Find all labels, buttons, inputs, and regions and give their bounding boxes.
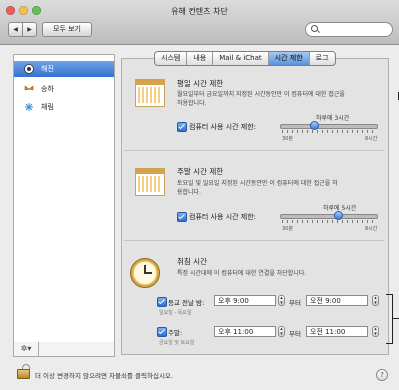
weekend-bedtime-from-stepper[interactable]: ▴ ▾: [278, 326, 285, 337]
forward-button[interactable]: ▶: [22, 23, 36, 36]
weekend-limit-checkbox[interactable]: [177, 212, 187, 222]
weekday-title: 평일 시간 제한: [177, 79, 224, 88]
divider: [124, 240, 384, 241]
preferences-window: 유해 컨텐츠 차단 ◀ ▶ 모두 보기 해진 승하 채림 ✲▾ 시스템 내용 M…: [0, 0, 399, 390]
search-icon: [311, 25, 318, 32]
weekend-slider-thumb[interactable]: [333, 211, 343, 220]
weekday-desc-line2: 허용합니다.: [177, 100, 207, 107]
sidebar-footer: ✲▾: [13, 342, 115, 357]
weekend-bedtime-to-stepper[interactable]: ▴ ▾: [372, 326, 379, 337]
tab-bar: 시스템 내용 Mail & iChat 시간 제한 로그: [154, 51, 336, 66]
school-nights-checkbox[interactable]: [157, 297, 167, 307]
weekday-slider-track[interactable]: [280, 124, 378, 129]
weekday-slider-ticks: [282, 130, 376, 133]
show-all-button[interactable]: 모두 보기: [42, 22, 92, 37]
user-photo-icon: [24, 64, 34, 74]
school-nights-days: 일요일 - 목요일: [159, 310, 192, 316]
weekend-desc-line1: 토요일 및 일요일 지정된 시간동안만 이 컴퓨터에 대한 접근을 허: [177, 180, 338, 187]
tab-mail-ichat[interactable]: Mail & iChat: [212, 52, 267, 65]
window-title: 유해 컨텐츠 차단: [171, 7, 228, 16]
school-nights-from-field[interactable]: 오후 9:00: [214, 295, 276, 306]
nav-buttons: ◀ ▶: [8, 22, 37, 37]
account-item-hae-jin[interactable]: 해진: [14, 61, 114, 77]
account-label: 승하: [41, 85, 54, 93]
school-nights-to-label: 부터: [289, 299, 301, 307]
weekend-bedtime-checkbox[interactable]: [157, 327, 167, 337]
weekday-limit-label: 컴퓨터 사용 시간 제한:: [189, 123, 256, 131]
weekday-calendar-icon: [135, 79, 165, 107]
school-nights-from-stepper[interactable]: ▴ ▾: [278, 295, 285, 306]
account-label: 해진: [41, 65, 54, 73]
divider: [124, 150, 384, 151]
annotation-bracket: [386, 294, 393, 344]
weekend-limit-label: 컴퓨터 사용 시간 제한:: [189, 213, 256, 221]
account-label: 채림: [41, 103, 54, 111]
weekend-calendar-icon: [135, 168, 165, 196]
alarm-clock-icon: [130, 258, 160, 288]
weekend-title: 주말 시간 제한: [177, 167, 224, 176]
weekend-min-label: 30분: [282, 226, 293, 232]
weekend-slider-track[interactable]: [280, 214, 378, 219]
weekday-limit-checkbox[interactable]: [177, 122, 187, 132]
annotation-pointer: [392, 318, 399, 319]
school-nights-to-stepper[interactable]: ▴ ▾: [372, 295, 379, 306]
account-list: 해진 승하 채림: [13, 54, 115, 344]
back-button[interactable]: ◀: [9, 23, 22, 36]
weekday-min-label: 30분: [282, 136, 293, 142]
bedtime-title: 취침 시간: [177, 257, 207, 266]
tab-content[interactable]: 내용: [186, 52, 212, 65]
account-item-seung-ha[interactable]: 승하: [14, 81, 114, 97]
school-nights-label: 등교 전날 밤:: [168, 299, 205, 307]
weekend-bedtime-to-label: 부터: [289, 330, 301, 338]
gear-icon[interactable]: ✲▾: [14, 342, 39, 356]
snowflake-user-icon: [24, 102, 34, 112]
tab-logs[interactable]: 로그: [308, 52, 335, 65]
bedtime-desc: 특정 시간대에 이 컴퓨터에 대한 연결을 차단합니다.: [177, 270, 307, 277]
school-nights-to-field[interactable]: 오전 9:00: [306, 295, 368, 306]
tab-time-limits[interactable]: 시간 제한: [267, 52, 309, 65]
lock-message: 더 이상 변경하지 않으려면 자물쇠를 클릭하십시오.: [35, 372, 173, 380]
weekday-slider-value: 하루에 3시간: [316, 115, 350, 122]
butterfly-user-icon: [24, 84, 34, 94]
lock-icon[interactable]: [17, 364, 30, 379]
search-input[interactable]: [305, 22, 393, 37]
weekday-max-label: 8시간: [365, 136, 378, 142]
help-button[interactable]: ?: [376, 369, 388, 381]
weekday-slider-thumb[interactable]: [309, 121, 319, 130]
weekend-slider-ticks: [282, 220, 376, 223]
weekend-bedtime-to-field[interactable]: 오전 11:00: [306, 326, 368, 337]
tab-system[interactable]: 시스템: [155, 52, 186, 65]
weekend-bedtime-label: 주말:: [168, 329, 183, 337]
weekend-bedtime-days: 금요일 및 토요일: [159, 340, 195, 346]
weekend-desc-line2: 용합니다.: [177, 189, 201, 196]
weekend-max-label: 8시간: [365, 226, 378, 232]
title-bar: 유해 컨텐츠 차단 ◀ ▶ 모두 보기: [0, 0, 399, 45]
account-item-chae-rim[interactable]: 채림: [14, 99, 114, 115]
weekday-desc-line1: 월요일부터 금요일까지 지정된 시간동안만 이 컴퓨터에 대한 접근을: [177, 91, 345, 98]
weekend-bedtime-from-field[interactable]: 오후 11:00: [214, 326, 276, 337]
